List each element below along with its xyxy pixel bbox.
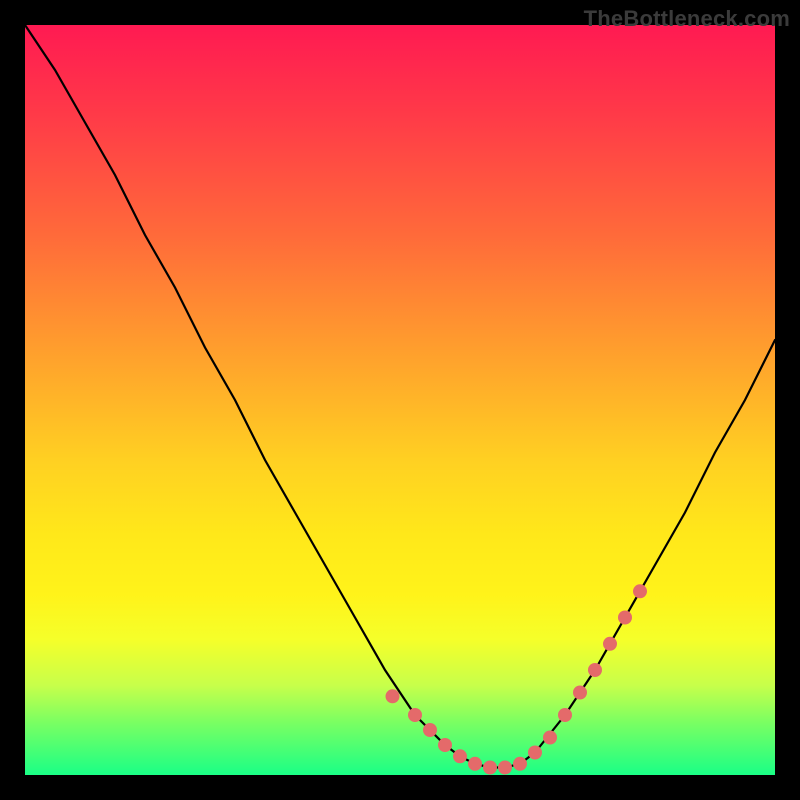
- highlight-dot: [618, 611, 632, 625]
- highlight-dot: [498, 761, 512, 775]
- highlight-dot: [423, 723, 437, 737]
- chart-svg: [25, 25, 775, 775]
- highlight-dot: [543, 731, 557, 745]
- highlight-dot: [633, 584, 647, 598]
- highlight-dot: [528, 746, 542, 760]
- highlight-dot: [588, 663, 602, 677]
- bottleneck-curve: [25, 25, 775, 768]
- highlight-dot: [483, 761, 497, 775]
- highlight-dots-group: [386, 584, 648, 774]
- highlight-dot: [603, 637, 617, 651]
- highlight-dot: [438, 738, 452, 752]
- highlight-dot: [468, 757, 482, 771]
- highlight-dot: [573, 686, 587, 700]
- highlight-dot: [386, 689, 400, 703]
- highlight-dot: [408, 708, 422, 722]
- highlight-dot: [453, 749, 467, 763]
- highlight-dot: [513, 757, 527, 771]
- highlight-dot: [558, 708, 572, 722]
